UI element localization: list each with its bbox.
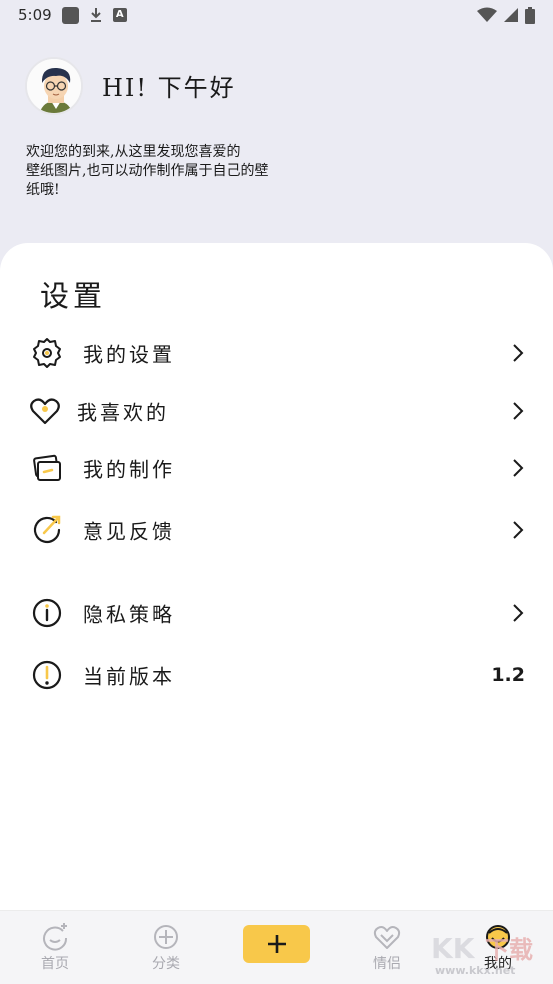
avatar[interactable] [25,57,83,115]
profile-header: HI! 下午好 欢迎您的到来,从这里发现您喜爱的 壁纸图片,也可以动作制作属于自… [0,30,553,245]
menu-item-privacy[interactable]: 隐私策略 [0,588,553,638]
couple-icon [373,926,401,949]
menu-label: 我的设置 [83,342,175,367]
greeting-title: HI! 下午好 [102,74,236,102]
category-icon [154,925,178,949]
alert-icon [32,660,62,690]
signal-icon [504,8,518,22]
tab-label: 分类 [152,956,180,972]
cards-icon [33,454,61,481]
menu-item-version[interactable]: 当前版本 1.2 [0,650,553,700]
welcome-line: 壁纸图片,也可以动作制作属于自己的壁 [26,163,269,179]
chevron-right-icon [513,459,524,477]
chevron-right-icon [513,521,524,539]
add-button[interactable] [243,925,310,963]
plus-icon [267,935,286,953]
gear-icon [33,338,61,368]
welcome-line: 纸哦! [26,182,60,198]
menu-item-my-creations[interactable]: 我的制作 [0,443,553,493]
menu-label: 我的制作 [83,457,175,482]
settings-title: 设置 [40,279,107,313]
tab-category[interactable]: 分类 [126,923,206,983]
avatar-illustration [27,59,81,113]
feedback-icon [33,515,61,544]
version-value: 1.2 [491,664,525,686]
menu-label: 我喜欢的 [77,400,169,425]
tab-couple[interactable]: 情侣 [347,923,427,983]
tab-label: 情侣 [373,956,401,972]
home-icon [43,923,68,951]
svg-text:www.kkx.net: www.kkx.net [435,964,515,977]
settings-card: 设置 我的设置 我喜欢的 我的制作 意见反馈 隐私策略 当前版本 1.2 [0,243,553,910]
menu-label: 隐私策略 [83,602,175,627]
menu-item-feedback[interactable]: 意见反馈 [0,505,553,555]
status-bar: 5:09 A [0,0,553,30]
bottom-tab-bar: 首页 分类 情侣 我的 KK 下载 www.kkx.net [0,910,553,984]
heart-icon [30,398,60,425]
watermark-logo: KK 下载 www.kkx.net [431,932,533,977]
svg-text:下载: 下载 [485,936,533,964]
svg-text:KK: KK [431,932,476,965]
tab-label: 首页 [41,956,69,972]
menu-item-favorites[interactable]: 我喜欢的 [0,386,553,436]
chevron-right-icon [513,604,524,622]
chevron-right-icon [513,344,524,362]
tab-home[interactable]: 首页 [15,923,95,983]
text-app-icon: A [112,8,127,22]
welcome-text: 欢迎您的到来,从这里发现您喜爱的 壁纸图片,也可以动作制作属于自己的壁 纸哦! [26,143,326,200]
notification-square-icon [61,6,79,24]
wifi-icon [477,7,497,22]
menu-item-my-settings[interactable]: 我的设置 [0,328,553,378]
welcome-line: 欢迎您的到来,从这里发现您喜爱的 [26,144,241,160]
info-icon [32,598,62,628]
menu-label: 意见反馈 [83,519,175,544]
menu-label: 当前版本 [83,664,175,689]
chevron-right-icon [513,402,524,420]
download-icon [90,8,101,22]
status-time: 5:09 [18,6,52,24]
battery-icon [525,6,535,24]
